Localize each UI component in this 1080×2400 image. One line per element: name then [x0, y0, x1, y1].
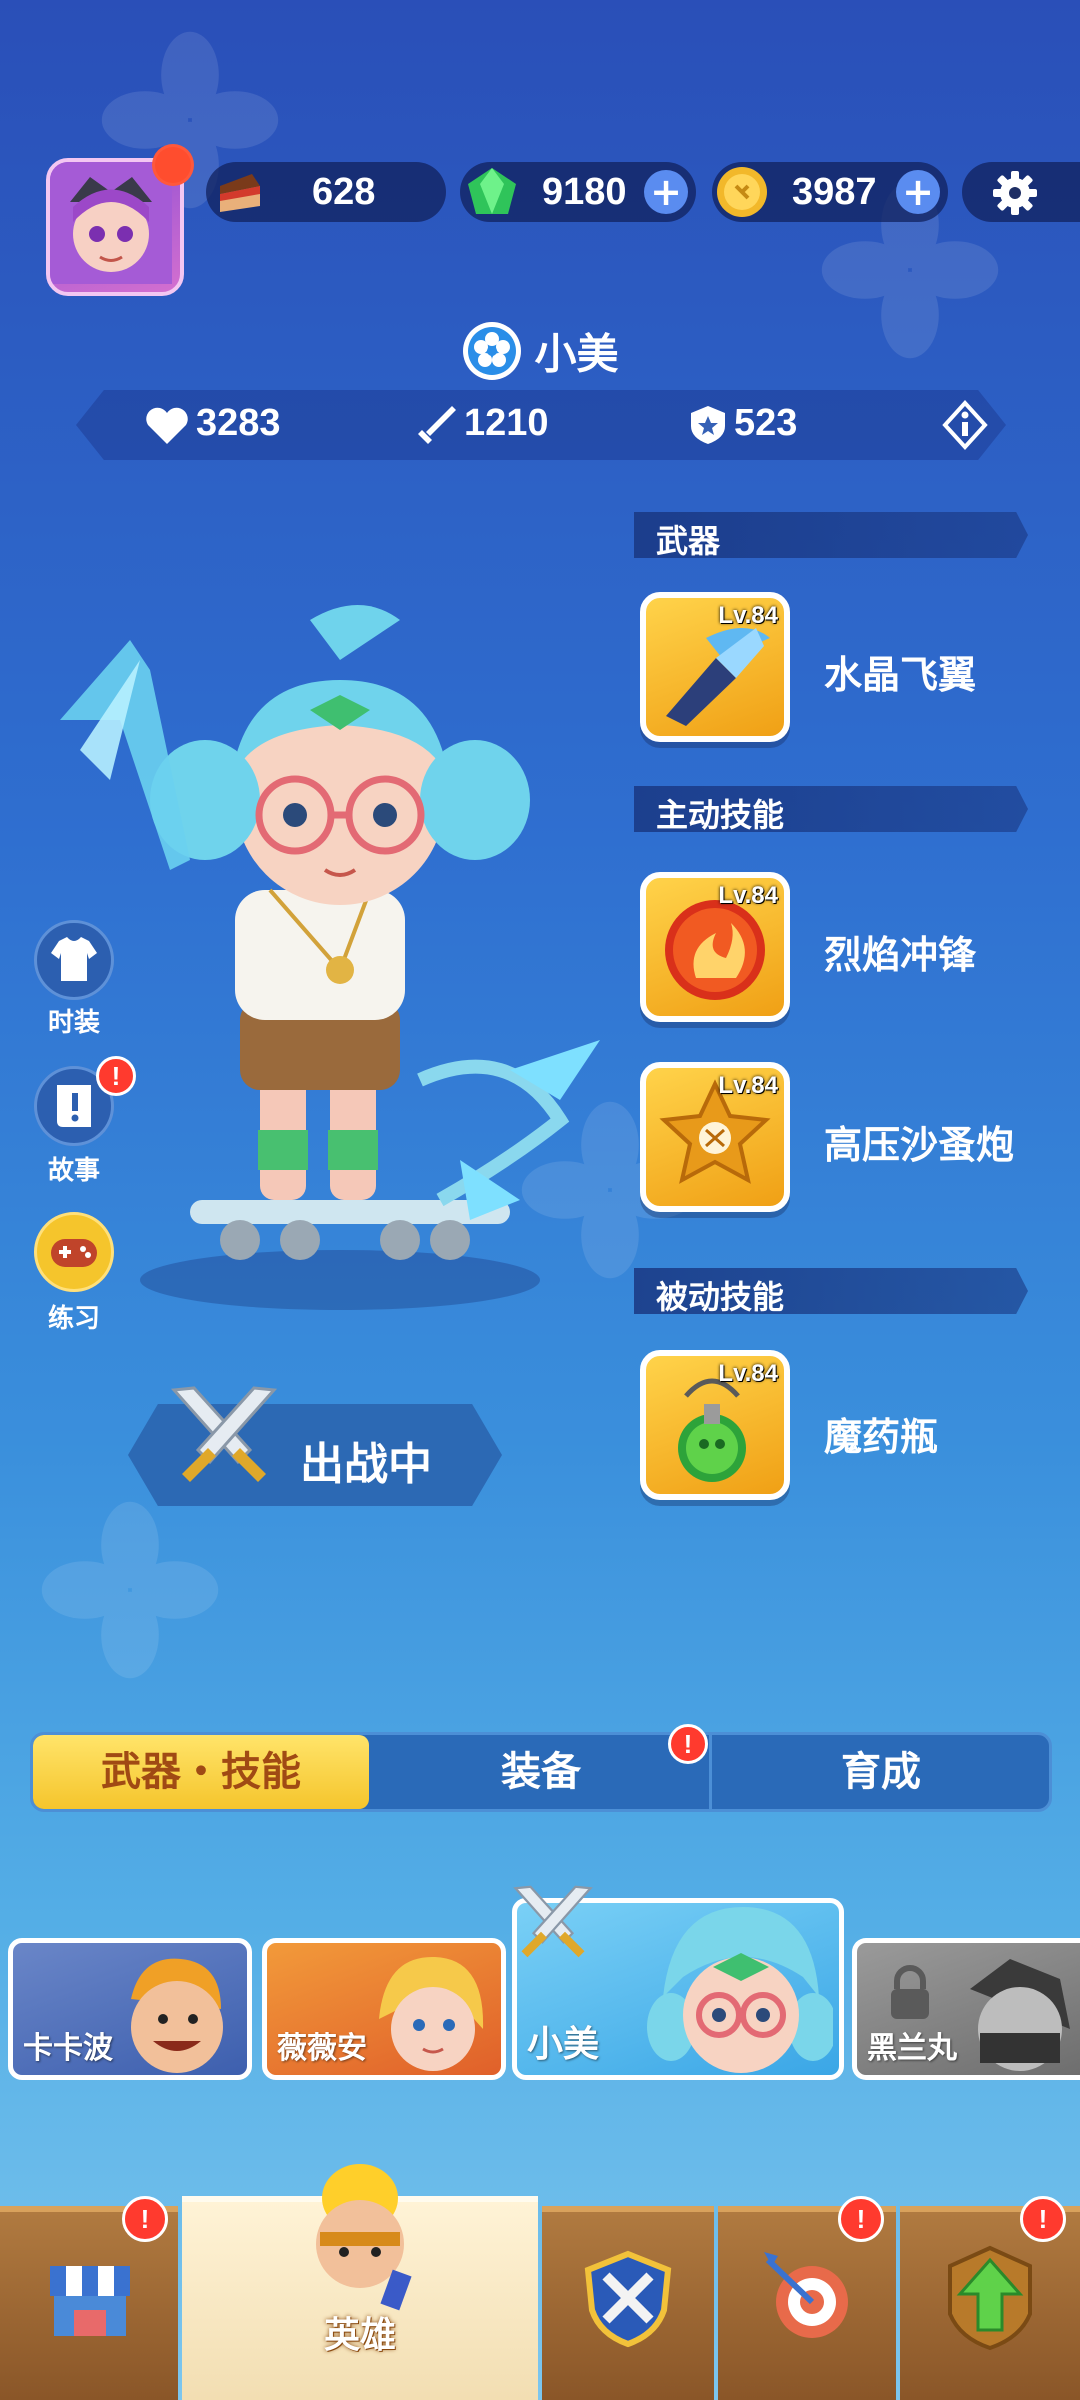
hero-card-kakabo[interactable]: 卡卡波: [8, 1938, 252, 2080]
hero-tab-bar: 武器・技能 装备 育成: [30, 1732, 1052, 1812]
cake-count: 628: [312, 170, 376, 213]
costume-button[interactable]: [34, 920, 114, 1000]
crossed-swords-icon: [170, 1386, 278, 1482]
story-label: 故事: [47, 1156, 100, 1186]
hero-card-vivian[interactable]: 薇薇安: [262, 1938, 506, 2080]
story-alert-badge: !: [96, 1056, 136, 1096]
gamepad-icon: [51, 1239, 97, 1267]
equipment-alert-badge: !: [668, 1724, 708, 1764]
weapon-section-header: 武器: [634, 512, 1028, 558]
shop-stall-icon: [50, 2266, 130, 2336]
nav-battle[interactable]: [542, 2206, 714, 2400]
gem-icon: [468, 168, 516, 214]
hero-card-heilanwan-locked[interactable]: 黑兰丸: [852, 1938, 1080, 2080]
kakabo-portrait-icon: [131, 1958, 223, 2073]
coin-count: 3987: [792, 170, 877, 213]
cake-resource: 628: [206, 162, 446, 222]
lock-icon: [891, 1965, 929, 2019]
add-gems-button[interactable]: +: [644, 170, 688, 214]
active-skill-2-level: Lv.84: [718, 1072, 778, 1099]
background-flower-decoration: [41, 1501, 219, 1679]
nav-heroes-label: 英雄: [323, 2315, 396, 2356]
training-alert-badge: !: [838, 2196, 884, 2242]
heilanwan-portrait-icon: [970, 1959, 1070, 2071]
hero-card-kakabo-name: 卡卡波: [23, 2031, 113, 2066]
xiaomei-portrait-icon: [647, 1907, 833, 2073]
hero-character-model: [60, 605, 600, 1310]
tab-equipment[interactable]: 装备: [373, 1735, 712, 1809]
add-coins-button[interactable]: +: [896, 170, 940, 214]
passive-skill-section-header: 被动技能: [634, 1268, 1028, 1314]
heart-icon: [146, 407, 188, 444]
defense-value: 523: [734, 402, 798, 444]
weapon-card[interactable]: Lv.84: [640, 592, 790, 742]
shop-alert-badge: !: [122, 2196, 168, 2242]
hero-card-heilanwan-name: 黑兰丸: [867, 2031, 957, 2066]
battle-shield-icon: [584, 2250, 672, 2348]
upgrade-arrow-icon: [948, 2245, 1032, 2351]
active-skill-section-title: 主动技能: [656, 796, 785, 834]
sword-icon: [418, 406, 456, 444]
hp-value: 3283: [196, 402, 281, 444]
costume-label: 时装: [47, 1008, 100, 1038]
hero-card-xiaomei-name: 小美: [527, 2024, 600, 2065]
shield-icon: [691, 406, 725, 444]
weapon-section-title: 武器: [656, 522, 721, 560]
settings-button[interactable]: [962, 162, 1080, 222]
deploy-status-label: 出战中: [300, 1439, 432, 1490]
attack-value: 1210: [464, 402, 549, 444]
tab-training[interactable]: 育成: [713, 1735, 1049, 1809]
tab-weapon-skill[interactable]: 武器・技能: [33, 1735, 369, 1809]
gear-icon: [993, 171, 1037, 215]
upgrade-alert-badge: !: [1020, 2196, 1066, 2242]
nav-heroes-active[interactable]: 英雄: [182, 2164, 538, 2400]
active-skill-section-header: 主动技能: [634, 786, 1028, 832]
vivian-portrait-icon: [379, 1956, 484, 2071]
active-skill-1-name: 烈焰冲锋: [824, 933, 977, 977]
hero-card-vivian-name: 薇薇安: [277, 2031, 367, 2066]
practice-label: 练习: [47, 1304, 100, 1334]
passive-skill-card[interactable]: Lv.84: [640, 1350, 790, 1500]
passive-skill-section-title: 被动技能: [656, 1278, 785, 1316]
weapon-level: Lv.84: [718, 602, 778, 629]
weapon-name: 水晶飞翼: [824, 653, 977, 697]
coin-resource: 3987 +: [712, 162, 948, 222]
cake-icon: [220, 174, 260, 212]
shirt-icon: [51, 937, 97, 981]
active-skill-2-name: 高压沙蚤炮: [824, 1123, 1015, 1167]
coin-icon: [717, 167, 767, 217]
passive-skill-name: 魔药瓶: [824, 1415, 939, 1459]
active-skill-card-1[interactable]: Lv.84: [640, 872, 790, 1022]
hero-name: 小美: [534, 329, 619, 379]
active-skill-1-level: Lv.84: [718, 882, 778, 909]
info-icon[interactable]: [940, 400, 990, 450]
passive-skill-level: Lv.84: [718, 1360, 778, 1387]
active-skill-card-2[interactable]: Lv.84: [640, 1062, 790, 1212]
gem-count: 9180: [542, 170, 627, 213]
target-dummy-icon: [764, 2252, 848, 2338]
practice-button[interactable]: [34, 1212, 114, 1292]
notification-dot: [152, 144, 194, 186]
hero-nav-icon: [316, 2164, 412, 2311]
avatar-portrait-icon: [50, 162, 172, 284]
deployed-swords-icon: [513, 1885, 593, 1958]
gem-resource: 9180 +: [460, 162, 696, 222]
element-flower-icon: [463, 322, 522, 380]
hero-name-row: 小美: [0, 320, 1080, 382]
